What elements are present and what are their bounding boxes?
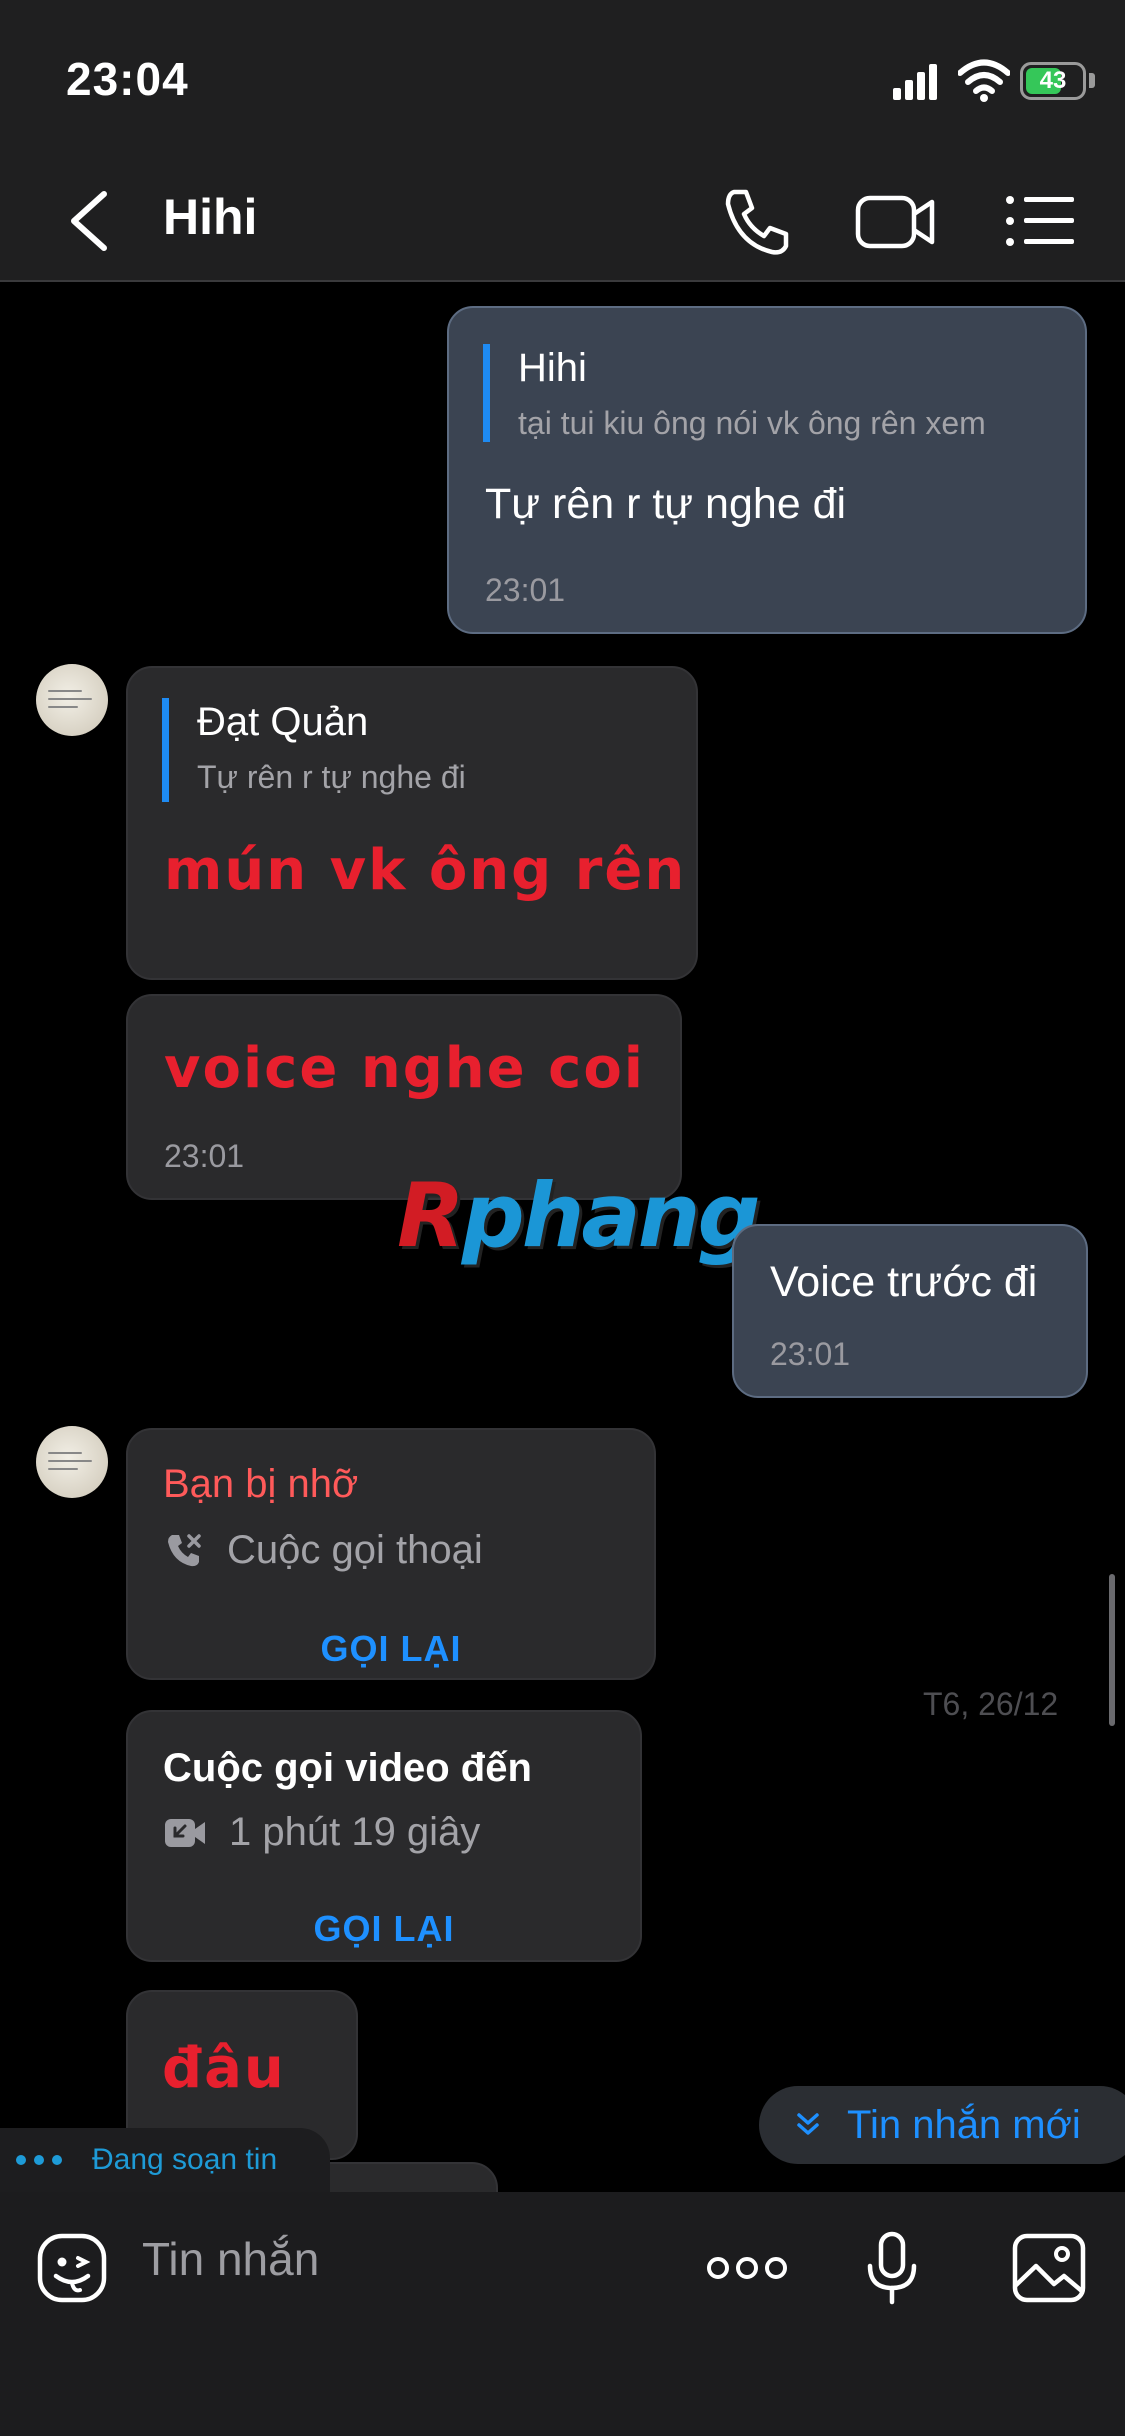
chat-header: Hihi	[0, 160, 1125, 282]
cellular-signal-icon	[893, 64, 939, 100]
reply-quote[interactable]: Đạt Quản Tự rên r tự nghe đi	[162, 698, 662, 802]
battery-icon: 43	[1020, 62, 1086, 100]
quote-sender: Đạt Quản	[197, 700, 369, 744]
typing-text: Đang soạn tin	[92, 2143, 278, 2176]
avatar[interactable]	[36, 664, 108, 736]
new-messages-label: Tin nhắn mới	[847, 2102, 1081, 2147]
incoming-message-bubble[interactable]: Đạt Quản Tự rên r tự nghe đi mún vk ông …	[126, 666, 698, 980]
status-bar: 23:04 43	[0, 0, 1125, 160]
missed-call-icon	[168, 1533, 201, 1566]
avatar[interactable]	[36, 1426, 108, 1498]
message-time: 23:01	[485, 572, 566, 608]
typing-dots-icon	[16, 2155, 62, 2165]
message-composer: Tin nhắn	[0, 2192, 1125, 2436]
outgoing-message-bubble[interactable]: Voice trước đi 23:01	[732, 1224, 1088, 1398]
message-text: mún vk ông rên	[164, 838, 687, 903]
message-list[interactable]: Hihi tại tui kiu ông nói vk ông rên xem …	[0, 284, 1125, 2192]
message-time: 23:01	[770, 1336, 851, 1372]
date-separator: T6, 26/12	[923, 1686, 1059, 1722]
missed-call-title: Bạn bị nhỡ	[163, 1462, 359, 1506]
new-messages-button[interactable]: Tin nhắn mới	[759, 2086, 1125, 2164]
quote-text: Tự rên r tự nghe đi	[197, 759, 466, 795]
message-text: Tự rên r tự nghe đi	[485, 480, 847, 528]
status-time: 23:04	[66, 53, 189, 105]
quote-sender: Hihi	[518, 346, 587, 390]
call-back-button[interactable]: GỌI LẠI	[126, 1628, 656, 1670]
list-icon[interactable]	[1000, 184, 1080, 258]
watermark-logo: Rphang	[397, 1164, 760, 1267]
battery-cap	[1089, 73, 1095, 88]
outgoing-message-bubble[interactable]: Hihi tại tui kiu ông nói vk ông rên xem …	[447, 306, 1087, 634]
scrollbar[interactable]	[1109, 1574, 1115, 1726]
message-input[interactable]: Tin nhắn	[142, 2232, 319, 2286]
call-type-text: Cuộc gọi thoại	[227, 1528, 483, 1572]
wifi-icon	[958, 59, 1010, 102]
more-dots-icon[interactable]	[706, 2228, 788, 2308]
quote-text: tại tui kiu ông nói vk ông rên xem	[518, 405, 986, 441]
message-text: voice nghe coi	[164, 1036, 646, 1101]
microphone-icon[interactable]	[852, 2228, 932, 2308]
call-duration-row: 1 phút 19 giây	[163, 1810, 480, 1855]
double-chevron-down-icon	[797, 2113, 819, 2135]
image-icon[interactable]	[1010, 2228, 1088, 2308]
battery-level: 43	[1039, 67, 1067, 94]
incoming-video-icon	[165, 1818, 205, 1847]
message-text: Voice trước đi	[770, 1258, 1038, 1306]
call-duration-text: 1 phút 19 giây	[229, 1810, 481, 1854]
video-camera-icon[interactable]	[854, 184, 938, 258]
phone-icon[interactable]	[716, 184, 796, 258]
message-time: 23:01	[164, 1138, 245, 1174]
video-call-title: Cuộc gọi video đến	[163, 1746, 532, 1790]
call-type-row: Cuộc gọi thoại	[163, 1528, 483, 1573]
conversation-title: Hihi	[163, 189, 258, 245]
typing-indicator: Đang soạn tin	[0, 2128, 330, 2192]
chevron-left-icon[interactable]	[60, 186, 120, 256]
message-text: đâu	[162, 2036, 286, 2101]
reply-quote[interactable]: Hihi tại tui kiu ông nói vk ông rên xem	[483, 344, 1063, 442]
call-back-button[interactable]: GỌI LẠI	[126, 1908, 642, 1950]
sticker-icon[interactable]	[32, 2228, 112, 2308]
